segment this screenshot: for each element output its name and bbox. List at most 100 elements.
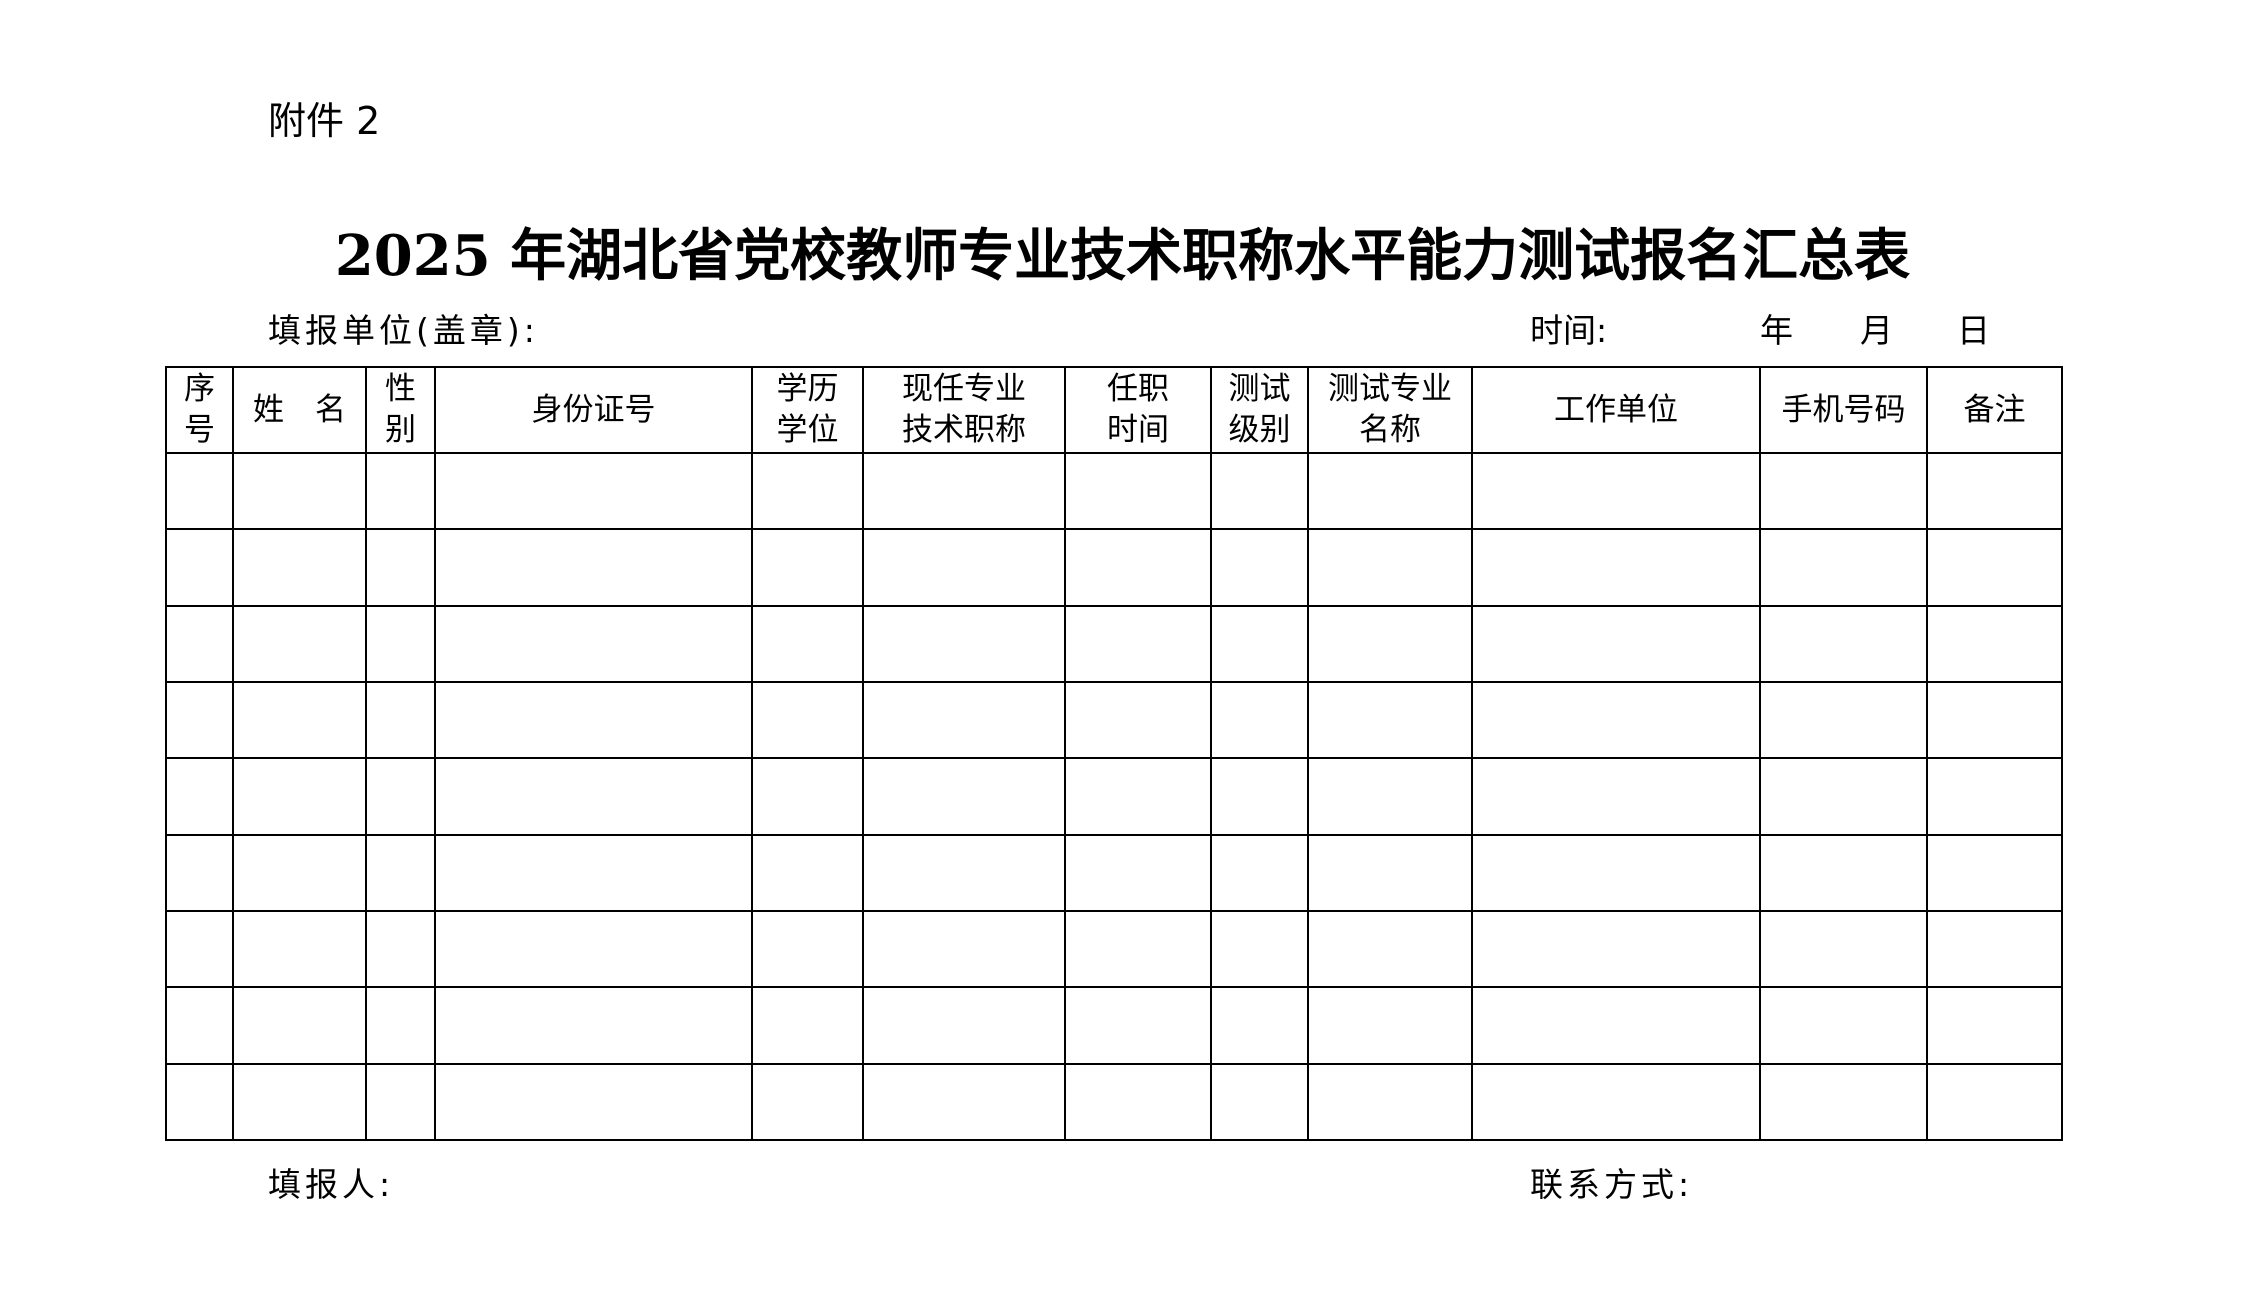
table-cell[interactable] (1064, 757, 1212, 836)
table-cell[interactable] (1210, 986, 1309, 1065)
table-cell[interactable] (1064, 909, 1212, 989)
table-cell[interactable] (1064, 986, 1212, 1065)
table-cell[interactable] (1759, 909, 1928, 989)
table-cell[interactable] (165, 986, 234, 1065)
table-cell[interactable] (1759, 528, 1928, 607)
table-cell[interactable] (1064, 604, 1212, 683)
table-cell[interactable] (1064, 833, 1212, 912)
table-cell[interactable] (862, 604, 1066, 683)
table-cell[interactable] (232, 909, 367, 989)
table-cell[interactable] (434, 604, 753, 683)
table-cell[interactable] (751, 833, 864, 912)
table-cell[interactable] (232, 451, 367, 531)
table-cell[interactable] (1926, 757, 2063, 836)
table-cell[interactable] (165, 451, 234, 531)
table-cell[interactable] (862, 757, 1066, 836)
table-cell[interactable] (1210, 909, 1309, 989)
table-cell[interactable] (1471, 680, 1761, 760)
table-cell[interactable] (751, 528, 864, 607)
table-cell[interactable] (1759, 1062, 1928, 1142)
table-cell[interactable] (1210, 528, 1309, 607)
table-cell[interactable] (1064, 1062, 1212, 1142)
table-cell[interactable] (434, 680, 753, 760)
table-cell[interactable] (434, 451, 753, 531)
table-cell[interactable] (1926, 986, 2063, 1065)
table-cell[interactable] (751, 604, 864, 683)
table-cell[interactable] (365, 909, 436, 989)
table-cell[interactable] (862, 986, 1066, 1065)
table-cell[interactable] (1471, 833, 1761, 912)
table-cell[interactable] (862, 451, 1066, 531)
table-cell[interactable] (1926, 1062, 2063, 1142)
table-cell[interactable] (365, 833, 436, 912)
table-cell[interactable] (1307, 757, 1473, 836)
table-cell[interactable] (165, 909, 234, 989)
table-cell[interactable] (1759, 833, 1928, 912)
table-cell[interactable] (434, 909, 753, 989)
table-cell[interactable] (365, 757, 436, 836)
table-cell[interactable] (165, 604, 234, 683)
table-cell[interactable] (1759, 986, 1928, 1065)
table-cell[interactable] (1926, 680, 2063, 760)
table-cell[interactable] (1926, 833, 2063, 912)
table-cell[interactable] (1210, 451, 1309, 531)
table-cell[interactable] (1926, 528, 2063, 607)
table-cell[interactable] (232, 1062, 367, 1142)
table-cell[interactable] (862, 1062, 1066, 1142)
table-cell[interactable] (1210, 1062, 1309, 1142)
table-cell[interactable] (1926, 909, 2063, 989)
table-cell[interactable] (232, 986, 367, 1065)
table-cell[interactable] (434, 528, 753, 607)
table-cell[interactable] (1307, 451, 1473, 531)
table-cell[interactable] (434, 757, 753, 836)
table-cell[interactable] (1307, 680, 1473, 760)
table-cell[interactable] (1210, 680, 1309, 760)
table-cell[interactable] (434, 1062, 753, 1142)
table-cell[interactable] (232, 757, 367, 836)
table-cell[interactable] (1471, 528, 1761, 607)
table-cell[interactable] (365, 1062, 436, 1142)
table-cell[interactable] (1307, 528, 1473, 607)
table-cell[interactable] (1210, 604, 1309, 683)
table-cell[interactable] (165, 1062, 234, 1142)
table-cell[interactable] (1210, 757, 1309, 836)
table-cell[interactable] (1759, 451, 1928, 531)
table-cell[interactable] (862, 528, 1066, 607)
table-cell[interactable] (1064, 528, 1212, 607)
table-cell[interactable] (232, 833, 367, 912)
table-cell[interactable] (1759, 680, 1928, 760)
table-cell[interactable] (365, 604, 436, 683)
table-cell[interactable] (1471, 986, 1761, 1065)
table-cell[interactable] (1926, 451, 2063, 531)
table-cell[interactable] (232, 528, 367, 607)
table-cell[interactable] (1471, 451, 1761, 531)
table-cell[interactable] (862, 909, 1066, 989)
table-cell[interactable] (751, 757, 864, 836)
table-cell[interactable] (1064, 680, 1212, 760)
table-cell[interactable] (1210, 833, 1309, 912)
table-cell[interactable] (165, 680, 234, 760)
table-cell[interactable] (751, 909, 864, 989)
table-cell[interactable] (1471, 909, 1761, 989)
table-cell[interactable] (1064, 451, 1212, 531)
table-cell[interactable] (751, 1062, 864, 1142)
table-cell[interactable] (1471, 604, 1761, 683)
table-cell[interactable] (365, 528, 436, 607)
table-cell[interactable] (862, 833, 1066, 912)
table-cell[interactable] (365, 451, 436, 531)
table-cell[interactable] (1307, 909, 1473, 989)
table-cell[interactable] (751, 451, 864, 531)
table-cell[interactable] (434, 833, 753, 912)
table-cell[interactable] (434, 986, 753, 1065)
table-cell[interactable] (751, 986, 864, 1065)
table-cell[interactable] (1471, 1062, 1761, 1142)
table-cell[interactable] (1307, 833, 1473, 912)
table-cell[interactable] (165, 833, 234, 912)
table-cell[interactable] (1307, 604, 1473, 683)
table-cell[interactable] (1307, 1062, 1473, 1142)
table-cell[interactable] (751, 680, 864, 760)
table-cell[interactable] (232, 680, 367, 760)
table-cell[interactable] (165, 528, 234, 607)
table-cell[interactable] (862, 680, 1066, 760)
table-cell[interactable] (1759, 604, 1928, 683)
